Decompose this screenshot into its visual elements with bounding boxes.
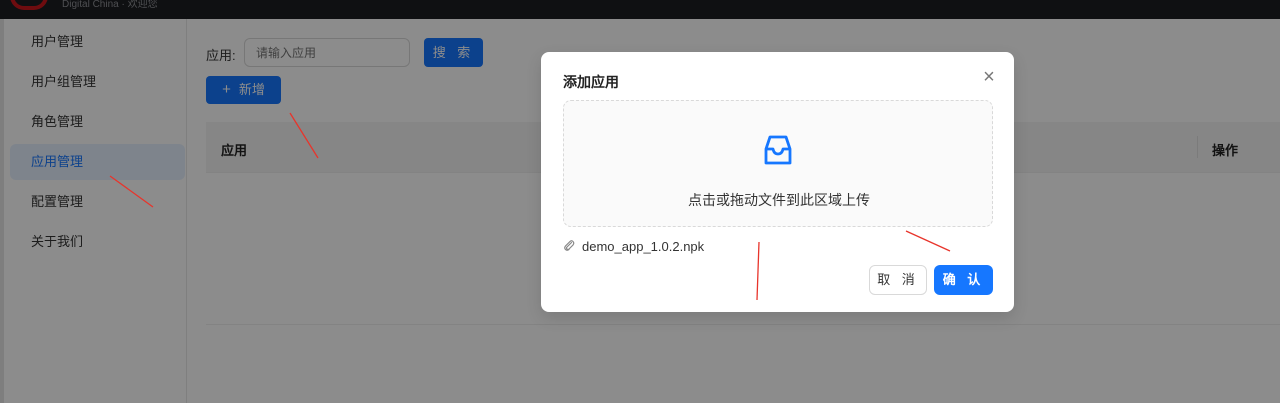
- modal-title: 添加应用: [563, 74, 619, 90]
- inbox-icon: [764, 135, 792, 165]
- close-icon[interactable]: ×: [979, 67, 999, 87]
- confirm-button[interactable]: 确 认: [934, 265, 993, 295]
- add-app-modal: 添加应用 × 点击或拖动文件到此区域上传 demo_app_1.0.2.npk …: [541, 52, 1014, 312]
- upload-hint-text: 点击或拖动文件到此区域上传: [688, 192, 870, 208]
- cancel-button[interactable]: 取 消: [869, 265, 927, 295]
- file-name: demo_app_1.0.2.npk: [582, 239, 705, 254]
- paperclip-icon: [564, 240, 575, 251]
- upload-dropzone[interactable]: 点击或拖动文件到此区域上传: [563, 100, 993, 227]
